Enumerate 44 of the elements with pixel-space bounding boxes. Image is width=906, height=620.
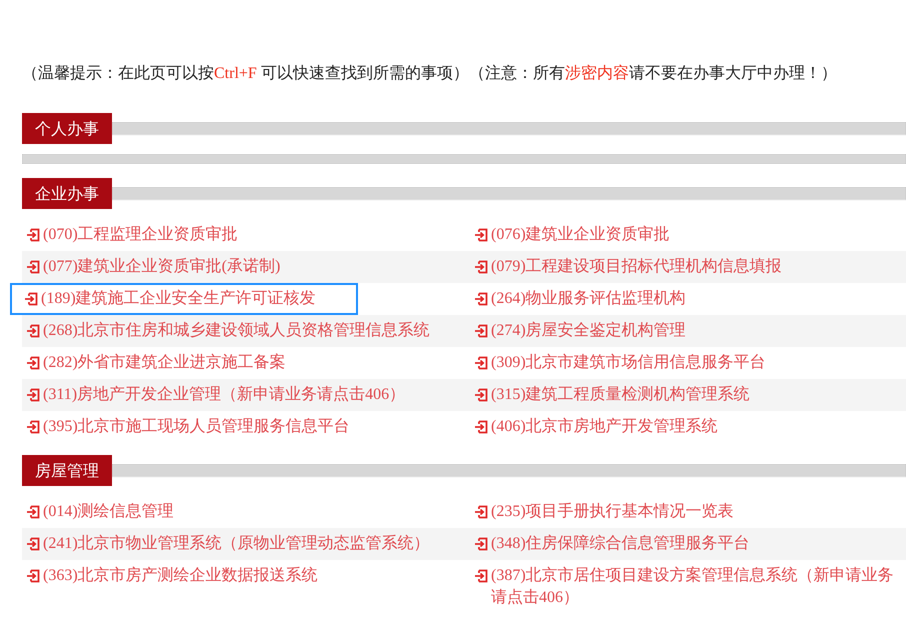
login-arrow-icon (474, 260, 488, 274)
login-arrow-icon (474, 537, 488, 551)
login-arrow-icon (26, 388, 40, 402)
service-link[interactable]: (406)北京市房地产开发管理系统 (470, 411, 722, 443)
login-arrow-icon (474, 505, 488, 519)
service-link[interactable]: (235)项目手册执行基本情况一览表 (470, 496, 738, 528)
login-arrow-icon (474, 228, 488, 242)
service-link[interactable]: (076)建筑业企业资质审批 (470, 219, 674, 251)
login-arrow-icon (26, 569, 40, 583)
login-arrow-icon (474, 569, 488, 583)
service-link[interactable]: (282)外省市建筑企业进京施工备案 (22, 347, 290, 379)
service-link[interactable]: (309)北京市建筑市场信用信息服务平台 (470, 347, 770, 379)
service-link[interactable]: (070)工程监理企业资质审批 (22, 219, 242, 251)
service-link[interactable]: (363)北京市房产测绘企业数据报送系统 (22, 560, 322, 592)
login-arrow-icon (474, 356, 488, 370)
service-link[interactable]: (079)工程建设项目招标代理机构信息填报 (470, 251, 786, 283)
service-link[interactable]: (387)北京市居住项目建设方案管理信息系统（新申请业务请点击406） (470, 560, 906, 614)
login-arrow-icon (26, 420, 40, 434)
tip-notice: （温馨提示：在此页可以按Ctrl+F 可以快速查找到所需的事项）（注意：所有涉密内容请不要在办事大厅中办理！） (22, 64, 838, 84)
service-link[interactable]: (189)建筑施工企业安全生产许可证核发 (10, 283, 358, 315)
login-arrow-icon (26, 260, 40, 274)
service-link[interactable]: (264)物业服务评估监理机构 (470, 283, 690, 315)
section-title: 房屋管理 (22, 455, 112, 486)
login-arrow-icon (26, 228, 40, 242)
login-arrow-icon (474, 388, 488, 402)
login-arrow-icon (474, 324, 488, 338)
service-link[interactable]: (268)北京市住房和城乡建设领域人员资格管理信息系统 (22, 315, 434, 347)
login-arrow-icon (26, 356, 40, 370)
login-arrow-icon (474, 420, 488, 434)
login-arrow-icon (26, 537, 40, 551)
service-link[interactable]: (241)北京市物业管理系统（原物业管理动态监管系统） (22, 528, 434, 560)
service-link[interactable]: (315)建筑工程质量检测机构管理系统 (470, 379, 754, 411)
section-title: 个人办事 (22, 113, 112, 144)
service-link[interactable]: (348)住房保障综合信息管理服务平台 (470, 528, 754, 560)
login-arrow-icon (474, 292, 488, 306)
section-title: 企业办事 (22, 178, 112, 209)
service-link[interactable]: (014)测绘信息管理 (22, 496, 178, 528)
service-link[interactable]: (274)房屋安全鉴定机构管理 (470, 315, 690, 347)
login-arrow-icon (26, 324, 40, 338)
service-link[interactable]: (077)建筑业企业资质审批(承诺制) (22, 251, 284, 283)
login-arrow-icon (26, 505, 40, 519)
service-link[interactable]: (395)北京市施工现场人员管理服务信息平台 (22, 411, 354, 443)
service-link[interactable]: (311)房地产开发企业管理（新申请业务请点击406） (22, 379, 410, 411)
login-arrow-icon (24, 292, 38, 306)
